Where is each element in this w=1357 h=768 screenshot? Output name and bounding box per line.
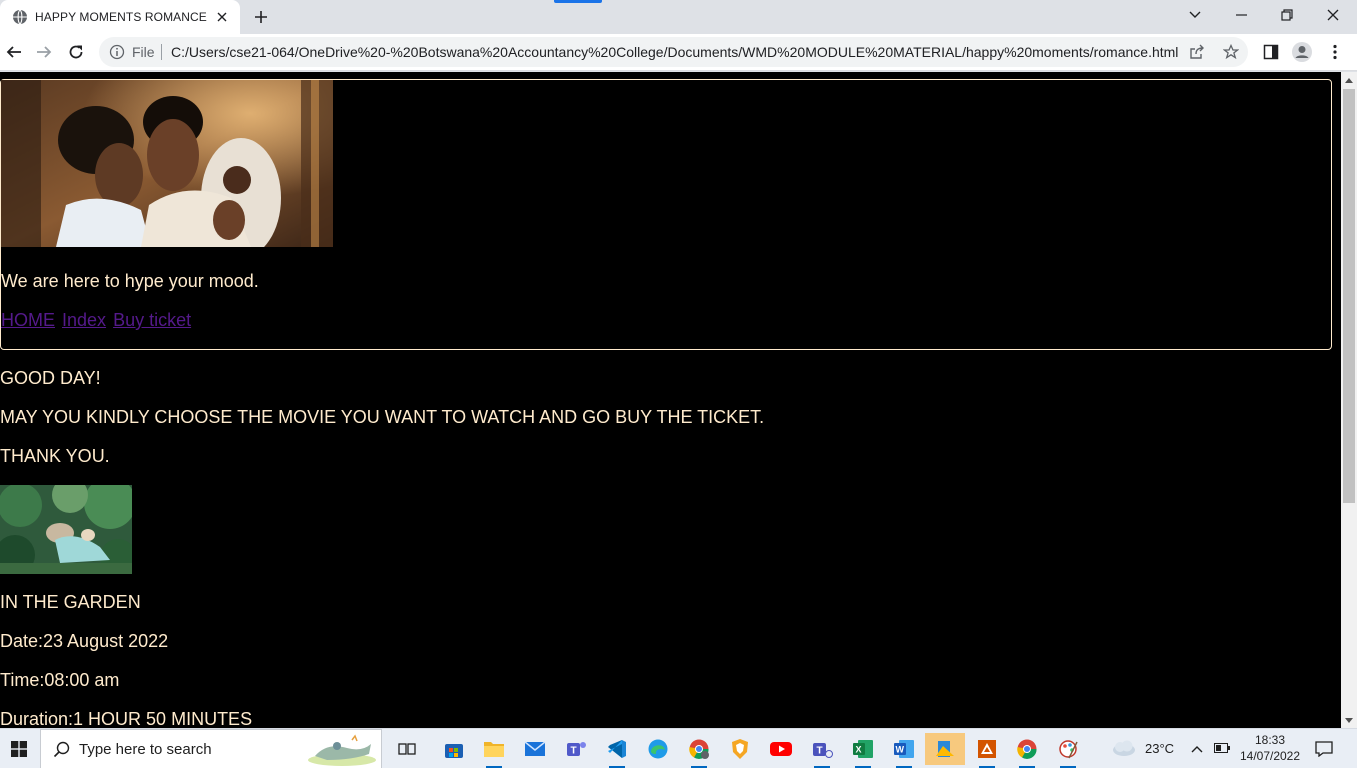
chip-divider [161, 44, 162, 60]
mail-icon[interactable] [517, 733, 553, 765]
tab-strip: HAPPY MOMENTS ROMANCE [0, 0, 1357, 34]
tab-drag-indicator [554, 0, 602, 3]
search-placeholder: Type here to search [79, 741, 212, 758]
chrome-profile-icon[interactable] [681, 733, 717, 768]
file-explorer-icon[interactable] [476, 733, 512, 768]
office-app-icon[interactable] [969, 733, 1005, 768]
tab-title: HAPPY MOMENTS ROMANCE [35, 10, 207, 24]
movie-date: Date:23 August 2022 [0, 631, 169, 651]
instruction: MAY YOU KINDLY CHOOSE THE MOVIE YOU WANT… [0, 407, 765, 427]
search-icon [53, 741, 70, 758]
windows-taskbar: Type here to search T T X W 23°C 18:33 1… [0, 728, 1357, 768]
weather-temp[interactable]: 23°C [1145, 741, 1174, 756]
url-text[interactable]: C:/Users/cse21-064/OneDrive%20-%20Botswa… [171, 44, 1178, 60]
main-nav: HOME Index Buy ticket [1, 310, 193, 331]
youtube-icon[interactable] [763, 733, 799, 765]
system-clock[interactable]: 18:33 14/07/2022 [1238, 732, 1302, 764]
scroll-thumb[interactable] [1343, 89, 1355, 503]
globe-icon [13, 9, 27, 25]
scroll-down-icon[interactable] [1341, 712, 1357, 728]
file-chip: File [132, 44, 155, 60]
vertical-scrollbar[interactable] [1341, 72, 1357, 728]
clock-time: 18:33 [1254, 733, 1286, 747]
taskbar-search[interactable]: Type here to search [40, 729, 382, 768]
nav-link-index[interactable]: Index [62, 310, 106, 330]
hero-image [1, 80, 333, 247]
bookmark-star-icon[interactable] [1221, 42, 1241, 62]
movie-duration: Duration:1 HOUR 50 MINUTES [0, 709, 253, 728]
menu-kebab-icon[interactable] [1324, 41, 1346, 63]
sticky-notes-icon[interactable] [925, 733, 965, 765]
tray-chevron-icon[interactable] [1184, 733, 1210, 765]
teams-icon[interactable]: T [558, 733, 594, 765]
forward-icon[interactable] [30, 38, 58, 66]
paint-icon[interactable] [1050, 733, 1086, 768]
restore-icon[interactable] [1264, 0, 1310, 30]
store-icon[interactable] [436, 733, 472, 765]
svg-text:T: T [571, 746, 577, 757]
weather-cloud-icon[interactable] [1110, 739, 1136, 757]
share-icon[interactable] [1187, 42, 1207, 62]
search-highlight-art-icon [308, 734, 376, 766]
close-tab-icon[interactable] [212, 7, 232, 27]
notifications-icon[interactable] [1308, 733, 1340, 765]
thanks: THANK YOU. [0, 446, 110, 466]
new-tab-icon[interactable] [249, 5, 273, 29]
clock-date: 14/07/2022 [1239, 749, 1301, 763]
vscode-icon[interactable] [599, 733, 635, 768]
greeting: GOOD DAY! [0, 368, 101, 388]
back-icon[interactable] [0, 38, 28, 66]
svg-text:X: X [856, 745, 862, 755]
windows-start-icon[interactable] [0, 729, 38, 768]
tagline: We are here to hype your mood. [1, 271, 259, 291]
movie-thumbnail [0, 485, 132, 574]
excel-icon[interactable]: X [845, 733, 881, 768]
task-view-icon[interactable] [389, 733, 425, 765]
teams-work-icon[interactable]: T [804, 733, 840, 768]
side-panel-icon[interactable] [1260, 41, 1282, 63]
movie-time: Time:08:00 am [0, 670, 120, 690]
nav-link-buy-ticket[interactable]: Buy ticket [113, 310, 191, 330]
scroll-up-icon[interactable] [1341, 72, 1357, 88]
svg-text:T: T [817, 746, 823, 757]
edge-icon[interactable] [640, 733, 676, 765]
chrome-icon[interactable] [1009, 733, 1045, 768]
browser-toolbar: File C:/Users/cse21-064/OneDrive%20-%20B… [0, 34, 1357, 71]
close-window-icon[interactable] [1310, 0, 1356, 30]
profile-avatar-icon[interactable] [1291, 41, 1313, 63]
brave-icon[interactable] [722, 733, 758, 765]
page-viewport: We are here to hype your mood. HOME Inde… [0, 72, 1341, 728]
tab-search-icon[interactable] [1172, 0, 1218, 30]
nav-link-home[interactable]: HOME [1, 310, 55, 330]
reload-icon[interactable] [62, 38, 90, 66]
info-icon[interactable] [109, 44, 125, 60]
battery-icon[interactable] [1214, 743, 1230, 753]
tab-active[interactable]: HAPPY MOMENTS ROMANCE [0, 0, 240, 34]
word-icon[interactable]: W [886, 733, 922, 768]
movie-title: IN THE GARDEN [0, 592, 141, 612]
page-header: We are here to hype your mood. HOME Inde… [0, 79, 1332, 350]
svg-text:W: W [896, 745, 905, 755]
minimize-icon[interactable] [1218, 0, 1264, 30]
address-bar[interactable]: File C:/Users/cse21-064/OneDrive%20-%20B… [99, 37, 1248, 67]
